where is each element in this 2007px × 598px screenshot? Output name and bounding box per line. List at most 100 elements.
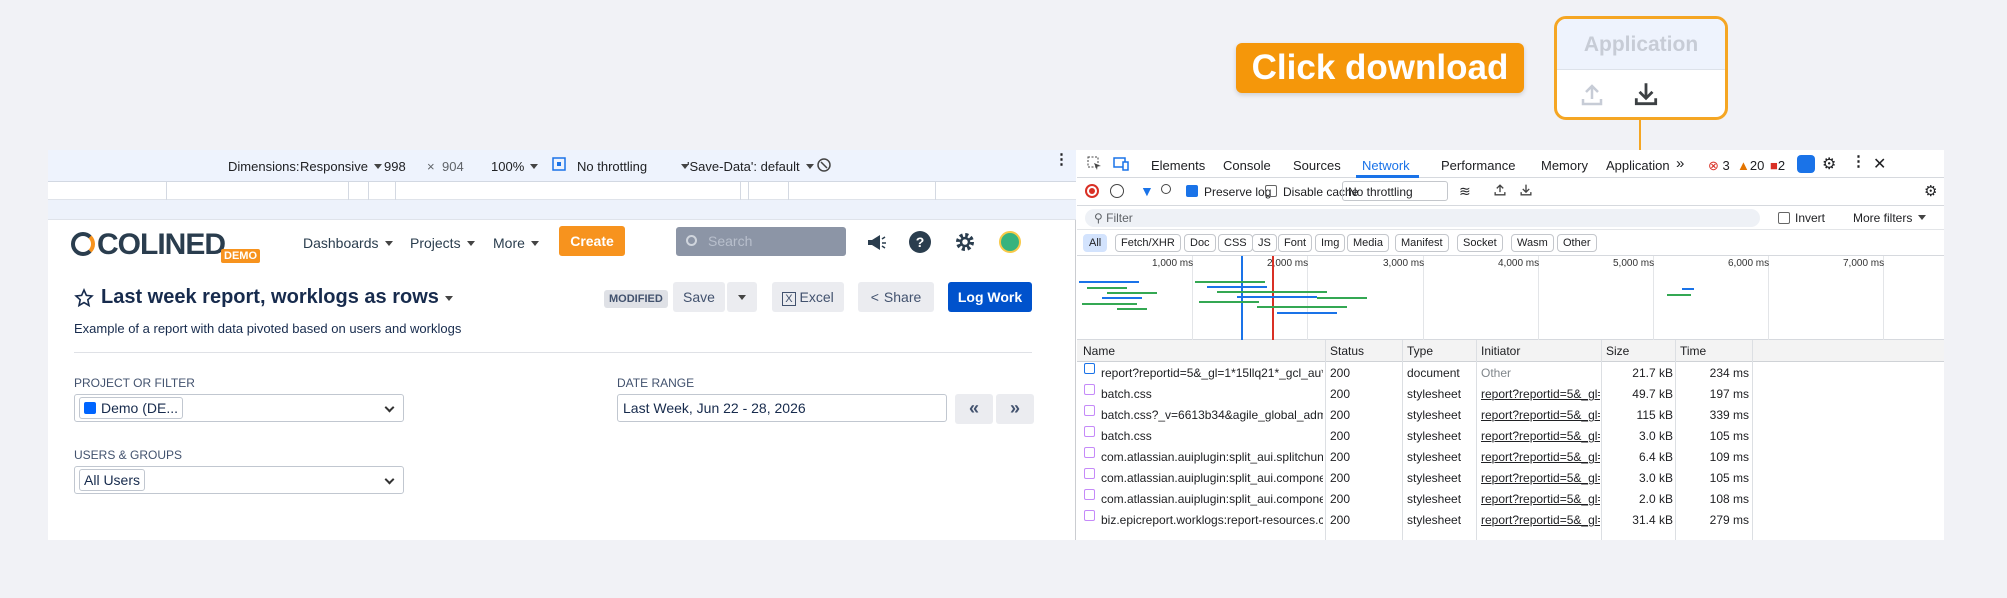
table-row[interactable]: report?reportid=5&_gl=1*15llq21*_gcl_au*…: [1077, 363, 1944, 384]
download-icon[interactable]: [1632, 80, 1660, 108]
width-input[interactable]: 998: [384, 159, 406, 174]
save-options-button[interactable]: [727, 282, 757, 312]
table-row[interactable]: com.atlassian.auiplugin:split_aui.splitc…: [1077, 447, 1944, 468]
col-type[interactable]: Type: [1407, 340, 1433, 362]
next-period-button[interactable]: »: [996, 394, 1034, 424]
table-row[interactable]: biz.epicreport.worklogs:report-resources…: [1077, 510, 1944, 531]
tab-elements[interactable]: Elements: [1151, 158, 1205, 173]
search-input[interactable]: Search: [676, 227, 846, 256]
table-row[interactable]: com.atlassian.auiplugin:split_aui.compon…: [1077, 468, 1944, 489]
col-time[interactable]: Time: [1680, 340, 1706, 362]
request-name[interactable]: com.atlassian.auiplugin:split_aui.splitc…: [1101, 447, 1323, 468]
request-name[interactable]: com.atlassian.auiplugin:split_aui.compon…: [1101, 468, 1323, 489]
network-throttling-select[interactable]: No throttling: [1342, 181, 1448, 201]
save-data-select[interactable]: 'Save-Data': default: [687, 159, 814, 174]
tab-console[interactable]: Console: [1223, 158, 1271, 173]
user-avatar[interactable]: [999, 231, 1021, 253]
star-icon[interactable]: [74, 288, 94, 308]
request-name[interactable]: report?reportid=5&_gl=1*15llq21*_gcl_au*…: [1101, 363, 1323, 384]
filter-input[interactable]: ⚲ Filter: [1085, 209, 1760, 227]
nav-dashboards[interactable]: Dashboards: [303, 235, 393, 251]
table-row[interactable]: batch.css 200 stylesheet report?reportid=5&…: [1077, 384, 1944, 405]
more-filters-select[interactable]: More filters: [1853, 211, 1926, 225]
tab-memory[interactable]: Memory: [1541, 158, 1588, 173]
log-work-button[interactable]: Log Work: [948, 282, 1032, 312]
users-groups-select[interactable]: All Users: [74, 466, 404, 494]
type-socket[interactable]: Socket: [1457, 234, 1503, 252]
type-media[interactable]: Media: [1347, 234, 1389, 252]
network-conditions-icon[interactable]: ≋: [1459, 183, 1471, 200]
request-initiator[interactable]: report?reportid=5&_gl=1*15: [1481, 468, 1600, 489]
request-initiator[interactable]: report?reportid=5&_gl=1*15: [1481, 447, 1600, 468]
sync-icon[interactable]: [1797, 155, 1815, 173]
device-select[interactable]: Responsive: [300, 159, 382, 174]
create-button[interactable]: Create: [559, 226, 625, 256]
fit-icon[interactable]: [552, 157, 566, 171]
app-logo[interactable]: COLINED: [71, 228, 226, 262]
previous-period-button[interactable]: «: [955, 394, 993, 424]
megaphone-icon[interactable]: [865, 231, 887, 253]
project-filter-select[interactable]: Demo (DE...: [74, 394, 404, 422]
devtools-menu-icon[interactable]: ⋮: [1851, 154, 1866, 169]
table-row[interactable]: com.atlassian.auiplugin:split_aui.compon…: [1077, 489, 1944, 510]
type-other[interactable]: Other: [1557, 234, 1597, 252]
date-range-input[interactable]: Last Week, Jun 22 - 28, 2026: [617, 394, 947, 422]
type-js[interactable]: JS: [1252, 234, 1277, 252]
help-icon[interactable]: ?: [909, 231, 931, 253]
device-toolbar-menu-icon[interactable]: ⋮: [1054, 152, 1069, 167]
request-initiator[interactable]: report?reportid=5&_gl=1*15: [1481, 384, 1600, 405]
preserve-log-checkbox[interactable]: [1186, 185, 1198, 197]
request-initiator[interactable]: report?reportid=5&_gl=1*15: [1481, 489, 1600, 510]
excel-button[interactable]: X Excel: [772, 282, 844, 312]
zoom-select[interactable]: 100%: [491, 159, 538, 174]
rotate-icon[interactable]: [816, 157, 832, 173]
share-button[interactable]: < Share: [858, 282, 934, 312]
import-har-icon[interactable]: [1493, 183, 1507, 197]
save-button[interactable]: Save: [673, 282, 725, 312]
settings-gear-icon[interactable]: [953, 230, 977, 254]
type-all[interactable]: All: [1083, 234, 1108, 252]
search-network-icon[interactable]: [1161, 184, 1171, 194]
request-name[interactable]: batch.css?_v=6613b34&agile_global_admin_…: [1101, 405, 1323, 426]
request-name[interactable]: biz.epicreport.worklogs:report-resources…: [1101, 510, 1323, 531]
record-icon[interactable]: [1085, 184, 1099, 198]
tab-sources[interactable]: Sources: [1293, 158, 1341, 173]
type-wasm[interactable]: Wasm: [1511, 234, 1554, 252]
request-name[interactable]: com.atlassian.auiplugin:split_aui.compon…: [1101, 489, 1323, 510]
type-doc[interactable]: Doc: [1184, 234, 1216, 252]
close-devtools-icon[interactable]: ✕: [1873, 154, 1886, 174]
clear-icon[interactable]: [1110, 184, 1124, 198]
table-row[interactable]: batch.css 200 stylesheet report?reportid=5&…: [1077, 426, 1944, 447]
error-count[interactable]: ⊗ 3: [1708, 158, 1730, 174]
request-initiator[interactable]: report?reportid=5&_gl=1*15: [1481, 426, 1600, 447]
type-manifest[interactable]: Manifest: [1395, 234, 1449, 252]
disable-cache-checkbox[interactable]: [1265, 185, 1277, 197]
request-name[interactable]: batch.css: [1101, 426, 1323, 447]
col-initiator[interactable]: Initiator: [1481, 340, 1520, 362]
request-name[interactable]: batch.css: [1101, 384, 1323, 405]
type-img[interactable]: Img: [1315, 234, 1346, 252]
report-title[interactable]: Last week report, worklogs as rows: [101, 286, 453, 309]
devtools-settings-icon[interactable]: ⚙: [1822, 154, 1836, 174]
filter-icon[interactable]: ▼: [1140, 183, 1154, 199]
request-initiator[interactable]: report?reportid=5&_gl=1*15: [1481, 510, 1600, 531]
invert-checkbox[interactable]: [1778, 212, 1790, 224]
col-status[interactable]: Status: [1330, 340, 1364, 362]
height-input[interactable]: 904: [442, 159, 464, 174]
col-name[interactable]: Name: [1083, 340, 1115, 362]
table-row[interactable]: batch.css?_v=6613b34&agile_global_admin_…: [1077, 405, 1944, 426]
col-size[interactable]: Size: [1606, 340, 1629, 362]
tab-network[interactable]: Network: [1362, 158, 1410, 173]
request-initiator[interactable]: report?reportid=5&_gl=1*15: [1481, 405, 1600, 426]
tab-application[interactable]: Application: [1606, 158, 1670, 173]
tab-performance[interactable]: Performance: [1441, 158, 1515, 173]
device-mode-icon[interactable]: [1113, 156, 1129, 171]
type-fetch-xhr[interactable]: Fetch/XHR: [1115, 234, 1181, 252]
warning-count[interactable]: ▲20: [1737, 158, 1764, 173]
type-css[interactable]: CSS: [1218, 234, 1253, 252]
issues-count[interactable]: ■2: [1770, 158, 1785, 173]
export-har-download-icon[interactable]: [1519, 183, 1533, 197]
throttling-select[interactable]: No throttling: [577, 159, 687, 174]
inspect-icon[interactable]: [1087, 156, 1102, 171]
type-font[interactable]: Font: [1278, 234, 1313, 252]
